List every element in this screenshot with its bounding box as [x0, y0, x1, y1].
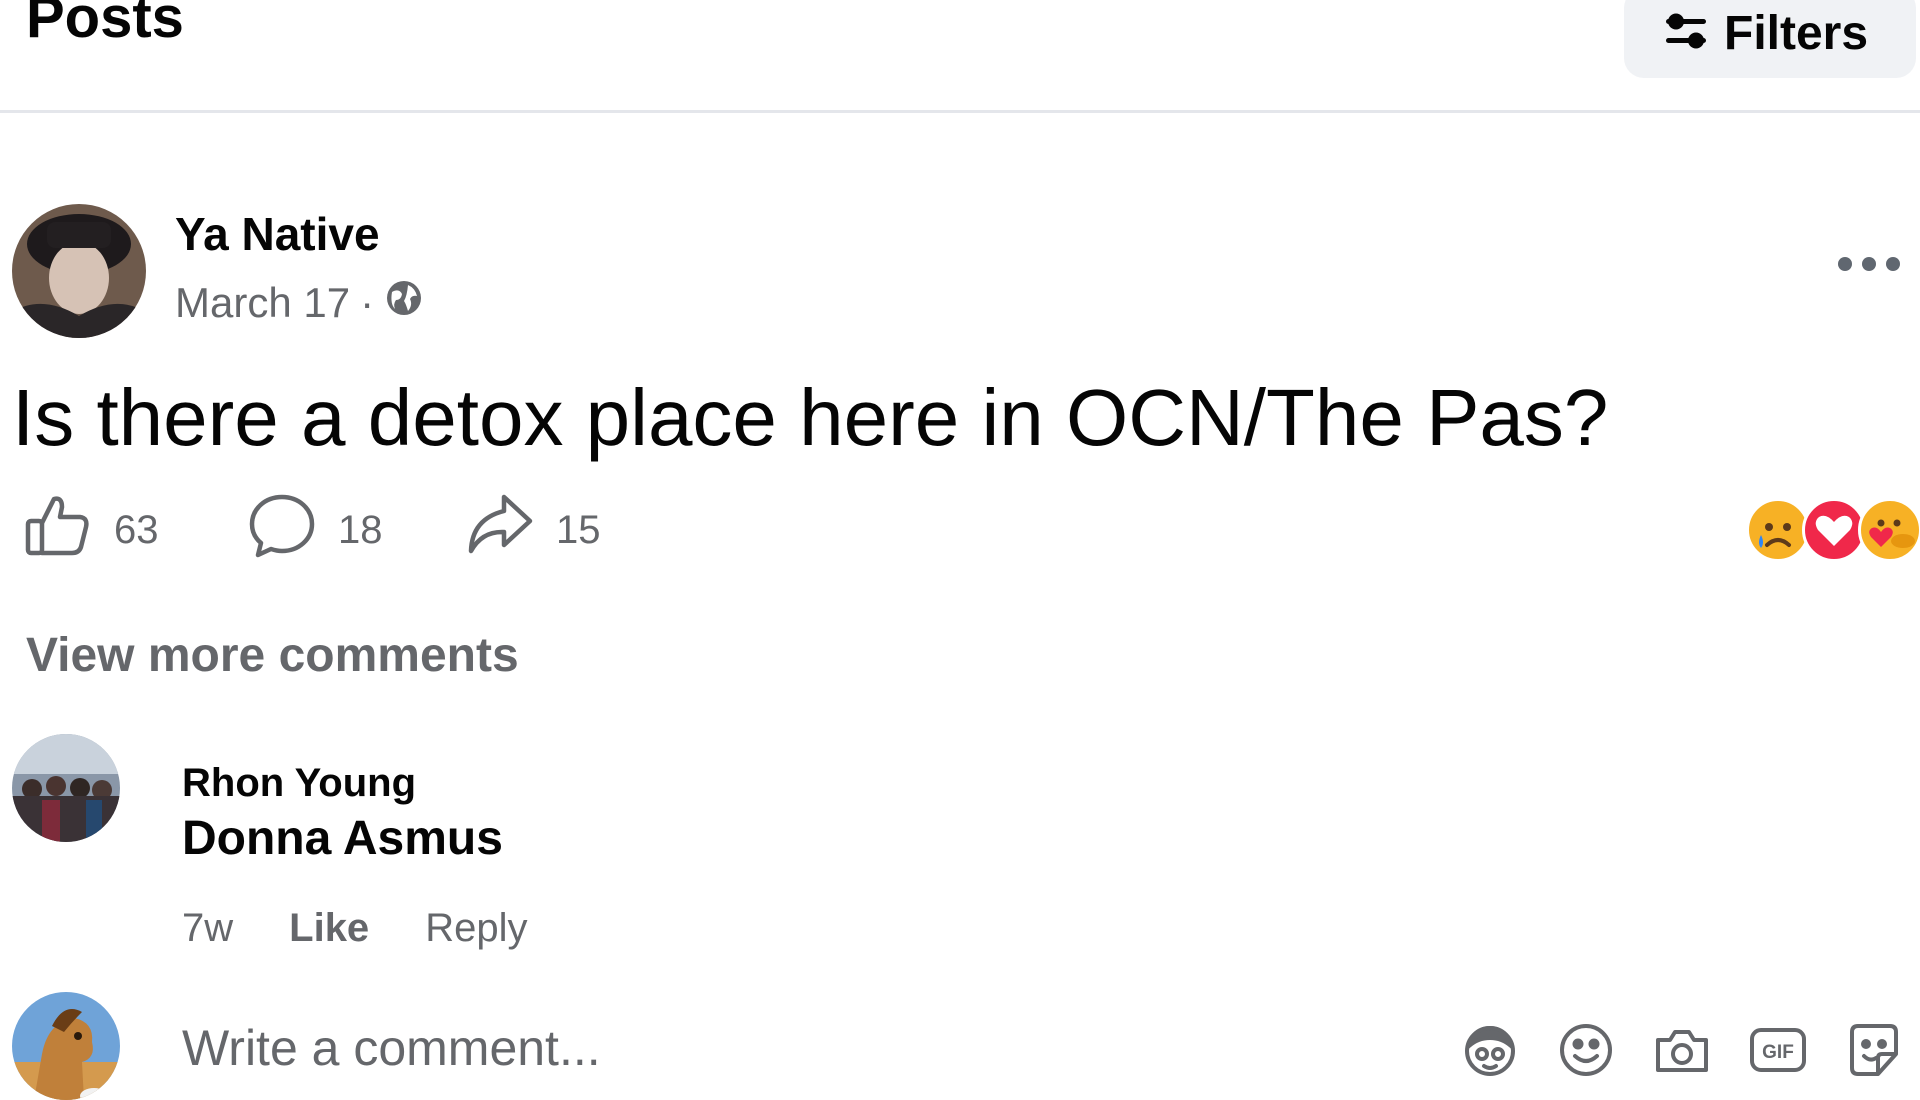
share-action[interactable]: 15 — [466, 494, 601, 565]
emoji-icon[interactable] — [1556, 1020, 1616, 1080]
avatar-sticker-icon[interactable] — [1460, 1020, 1520, 1080]
comment-author-name[interactable]: Rhon Young — [182, 758, 416, 808]
page-title: Posts — [26, 0, 184, 50]
comment-time[interactable]: 7w — [182, 906, 233, 951]
comment-count: 18 — [338, 507, 383, 552]
comment-like-button[interactable]: Like — [289, 906, 369, 951]
commenter-avatar[interactable] — [12, 734, 120, 842]
post-author-avatar[interactable] — [12, 204, 146, 338]
view-more-comments[interactable]: View more comments — [26, 628, 519, 683]
reaction-summary[interactable] — [1744, 496, 1920, 564]
meta-separator: · — [360, 279, 375, 326]
thumbs-up-icon — [24, 491, 92, 569]
share-arrow-icon — [466, 491, 534, 569]
post-author-name[interactable]: Ya Native — [175, 206, 380, 262]
post-meta: March 17 · — [175, 278, 424, 328]
camera-icon[interactable] — [1652, 1020, 1712, 1080]
share-count: 15 — [556, 507, 601, 552]
love-emoji — [1802, 498, 1866, 562]
globe-icon — [384, 278, 424, 328]
posts-header: Posts Filters — [0, 0, 1920, 113]
more-options-icon[interactable] — [1838, 250, 1900, 278]
sticker-icon[interactable] — [1844, 1020, 1904, 1080]
post-date[interactable]: March 17 — [175, 279, 350, 327]
comment-input[interactable] — [182, 1018, 1382, 1078]
svg-text:GIF: GIF — [1762, 1042, 1794, 1063]
comment-bubble-icon — [248, 491, 316, 569]
like-action[interactable]: 63 — [24, 495, 159, 565]
gif-icon[interactable]: GIF — [1748, 1020, 1808, 1080]
comment-mention[interactable]: Donna Asmus — [182, 810, 503, 868]
current-user-avatar[interactable] — [12, 992, 120, 1100]
like-count: 63 — [114, 507, 159, 552]
comment-meta: 7w Like Reply — [182, 906, 527, 951]
comment-action[interactable]: 18 — [248, 494, 383, 565]
comment-reply-button[interactable]: Reply — [425, 906, 527, 951]
composer-tools: GIF — [1460, 1020, 1920, 1080]
filters-label: Filters — [1724, 6, 1869, 60]
sad-emoji — [1746, 498, 1810, 562]
care-emoji — [1858, 498, 1920, 562]
filters-button[interactable]: Filters — [1624, 0, 1916, 78]
post-text: Is there a detox place here in OCN/The P… — [12, 373, 1609, 462]
sliders-icon — [1664, 11, 1708, 56]
